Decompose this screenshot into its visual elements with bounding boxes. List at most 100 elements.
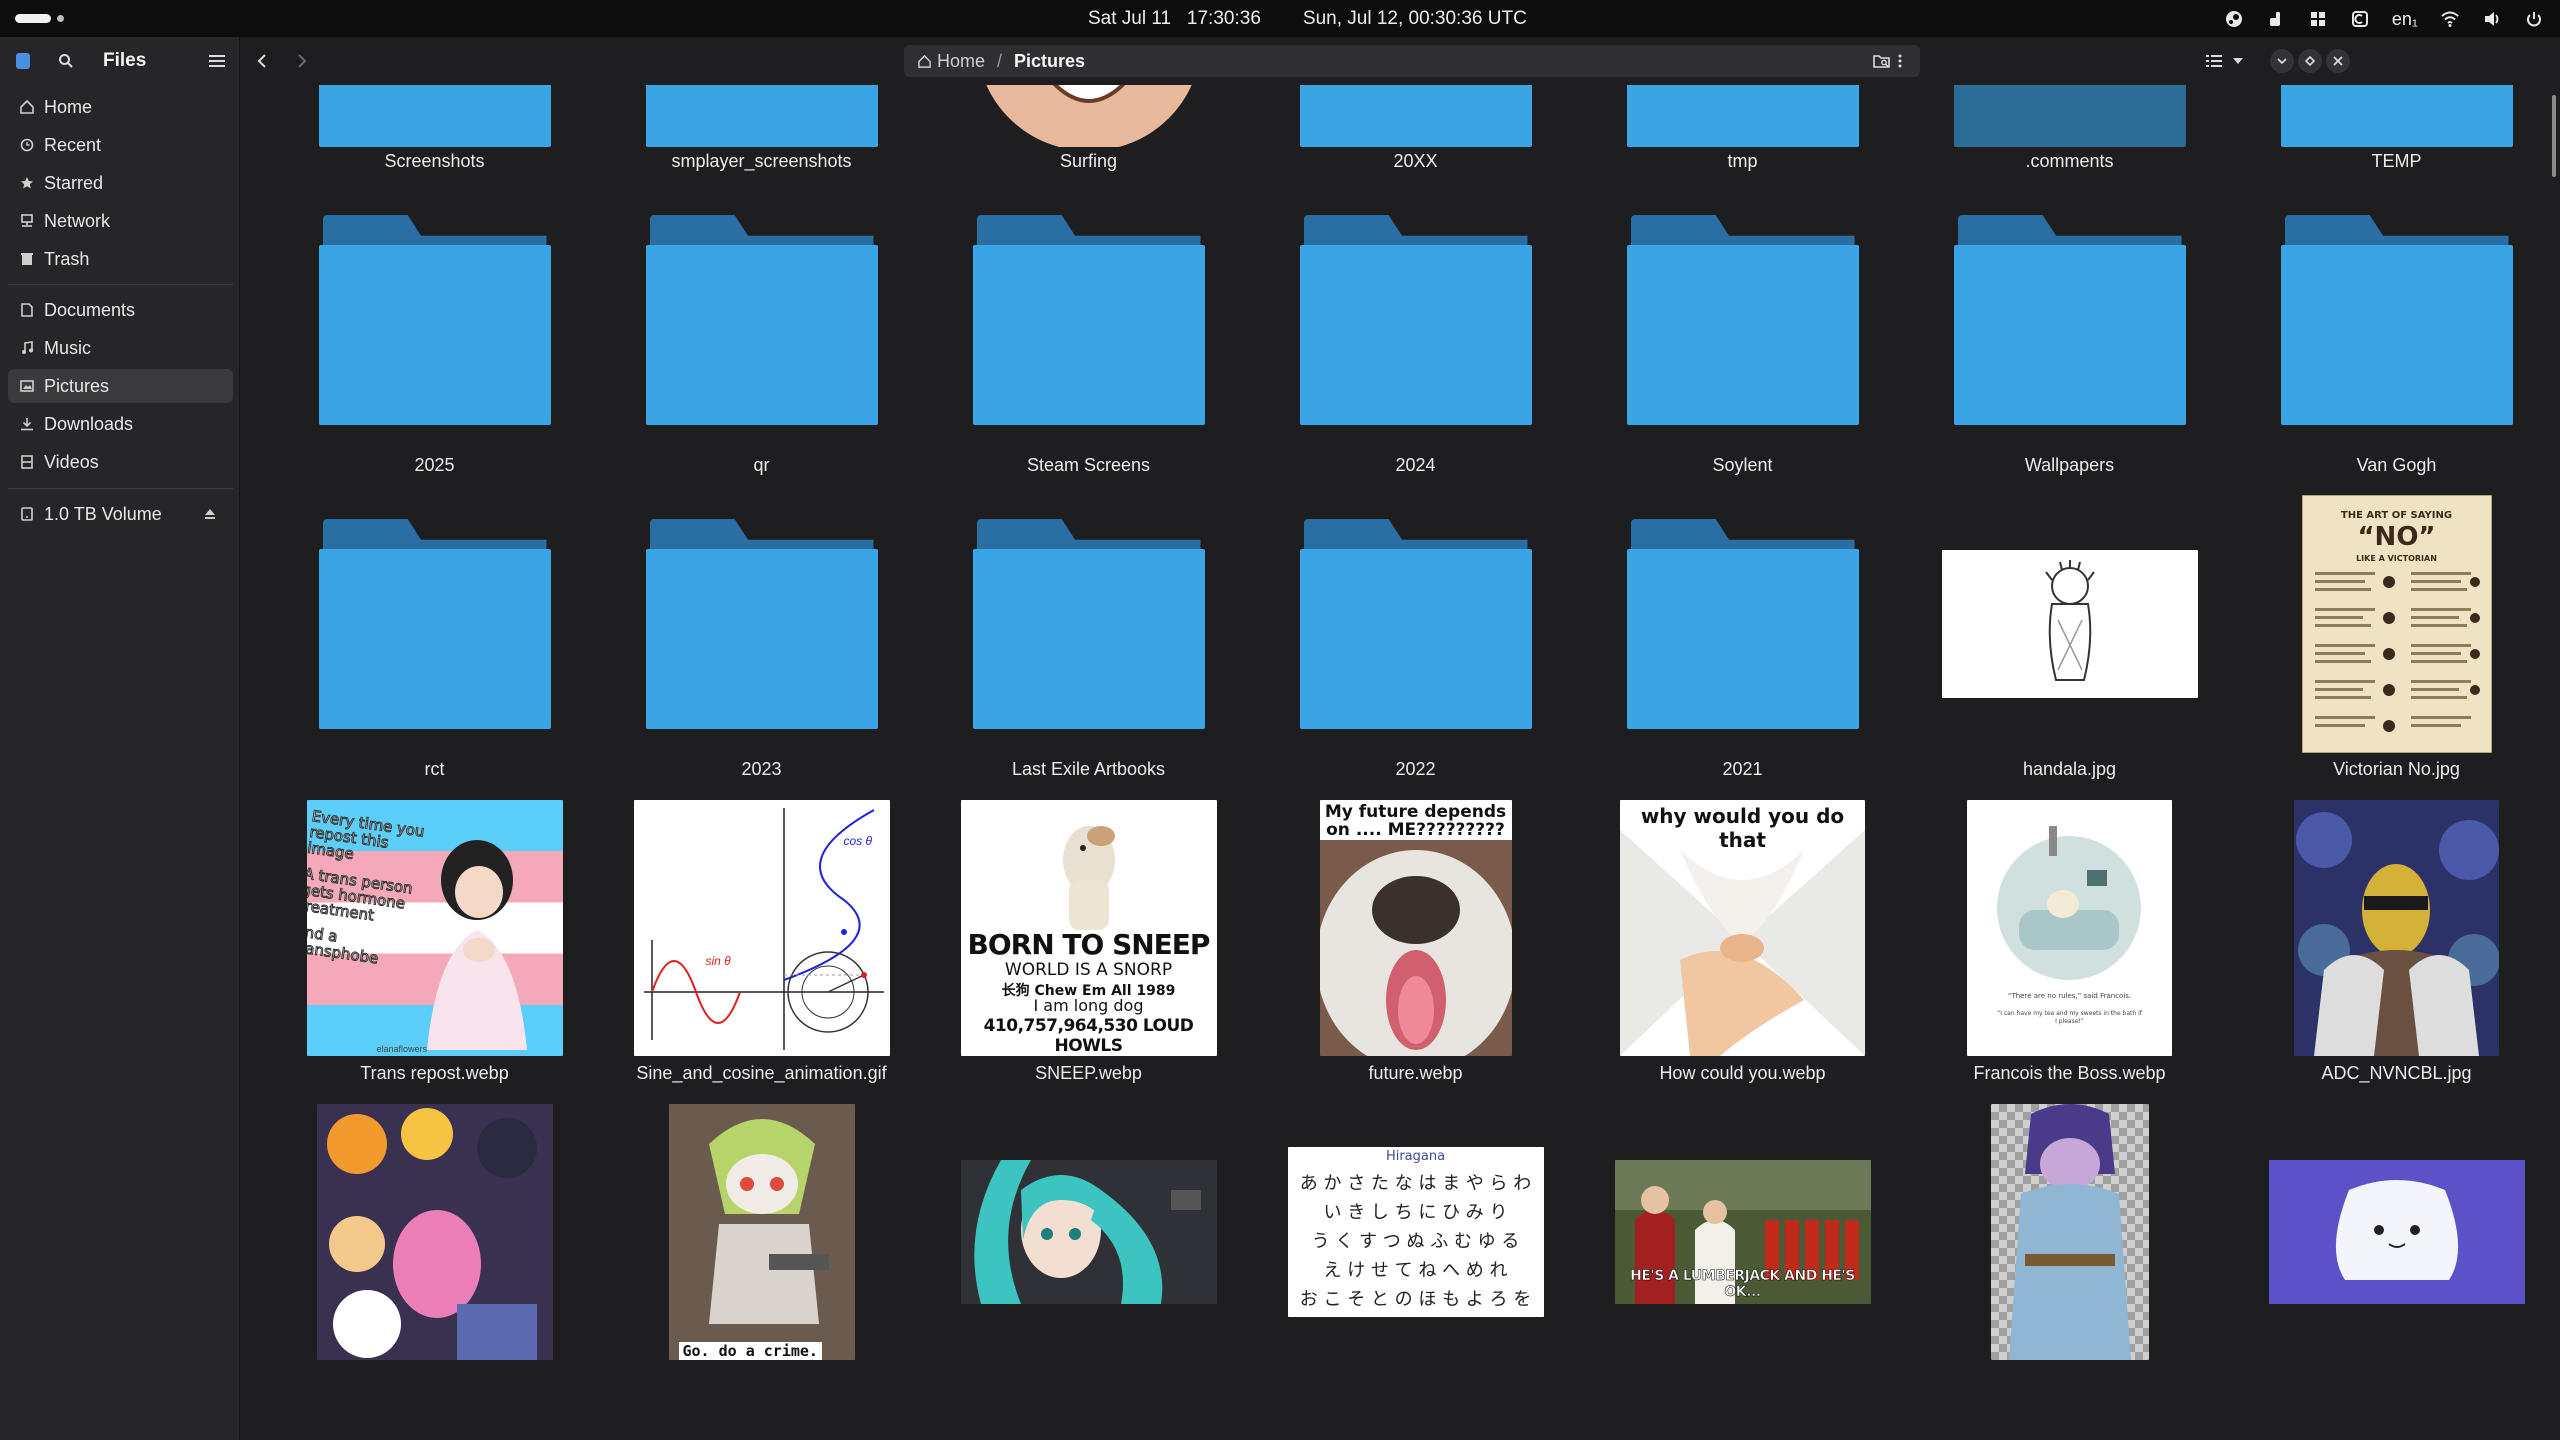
- sidebar-item-videos[interactable]: Videos: [8, 445, 233, 479]
- file-item[interactable]: sin θ cos θ Sine_and_cosine_animation.gi…: [598, 797, 925, 1101]
- file-item[interactable]: Wallpapers: [1906, 189, 2233, 493]
- sidebar-item-label: Trash: [44, 248, 90, 269]
- file-item[interactable]: tmp: [1579, 85, 1906, 189]
- sidebar-item-pictures[interactable]: Pictures: [8, 369, 233, 403]
- sidebar-item-recent[interactable]: Recent: [8, 128, 233, 162]
- file-item[interactable]: THE ART OF SAYING “NO” LIKE A VICTORIAN: [2233, 493, 2540, 797]
- power-icon[interactable]: [2524, 9, 2544, 29]
- eject-icon[interactable]: [203, 505, 217, 526]
- breadcrumb-home[interactable]: Home: [918, 51, 985, 72]
- sidebar-item-home[interactable]: Home: [8, 90, 233, 124]
- active-workspace-pill[interactable]: [15, 14, 51, 23]
- file-item[interactable]: Van Gogh: [2233, 189, 2540, 493]
- clipboard-icon[interactable]: [2350, 9, 2370, 29]
- thumb-text: “There are no rules,” said Francois.: [2007, 992, 2132, 1000]
- thumb-text: I am long dog: [1033, 996, 1144, 1015]
- volume-icon[interactable]: [2482, 9, 2502, 29]
- file-item[interactable]: qr: [598, 189, 925, 493]
- vertical-scrollbar[interactable]: [2552, 95, 2556, 177]
- sidebar-item-label: 1.0 TB Volume: [44, 503, 162, 524]
- back-button[interactable]: [250, 49, 274, 73]
- clock-utc[interactable]: Sun, Jul 12, 00:30:36 UTC: [1303, 8, 1527, 30]
- workspace-indicator[interactable]: [15, 14, 64, 23]
- thumb-text: “I can have my tea and my sweets in the …: [1997, 1010, 2142, 1025]
- image-thumbnail: HE'S A LUMBERJACK AND HE'S OK...: [1579, 1101, 1906, 1363]
- thumb-text: elanaflowers: [376, 1044, 428, 1054]
- file-name: TEMP: [2371, 151, 2422, 171]
- file-item[interactable]: [1906, 1101, 2233, 1405]
- search-button[interactable]: [54, 49, 78, 73]
- keyboard-layout[interactable]: en₁: [2392, 9, 2418, 30]
- file-item[interactable]: Every time you repost this image A trans…: [271, 797, 598, 1101]
- thumb-text: え け せ て ね へ め れ: [1323, 1260, 1508, 1281]
- file-item[interactable]: “There are no rules,” said Francois. “I …: [1906, 797, 2233, 1101]
- steam-icon[interactable]: [2224, 9, 2244, 29]
- main-menu-button[interactable]: [205, 49, 229, 73]
- file-item[interactable]: 2024: [1252, 189, 1579, 493]
- document-icon: [20, 302, 34, 318]
- file-item[interactable]: Surfing: [925, 85, 1252, 189]
- thumb-text: LIKE A VICTORIAN: [2356, 554, 2437, 563]
- file-item[interactable]: [925, 1101, 1252, 1405]
- maximize-button[interactable]: [2298, 49, 2322, 73]
- search-location-button[interactable]: [1870, 49, 1894, 73]
- breadcrumb-separator: /: [997, 50, 1003, 71]
- sidebar-item-network[interactable]: Network: [8, 204, 233, 238]
- file-item[interactable]: rct: [271, 493, 598, 797]
- wifi-icon[interactable]: [2440, 9, 2460, 29]
- file-item[interactable]: Go. do a crime.: [598, 1101, 925, 1405]
- paint-icon[interactable]: [2266, 9, 2286, 29]
- sidebar-item-trash[interactable]: Trash: [8, 242, 233, 276]
- file-item[interactable]: TEMP: [2233, 85, 2540, 189]
- grid-app-icon[interactable]: [2308, 9, 2328, 29]
- sidebar-item-label: Pictures: [44, 375, 110, 396]
- forward-button[interactable]: [290, 49, 314, 73]
- file-item[interactable]: Screenshots: [271, 85, 598, 189]
- thumb-text: on .... ME?????????: [1326, 820, 1505, 840]
- clock[interactable]: Sat Jul 11 17:30:36 Sun, Jul 12, 00:30:3…: [1088, 8, 1527, 30]
- close-button[interactable]: [2326, 49, 2350, 73]
- view-options-button[interactable]: [2226, 49, 2250, 73]
- file-item[interactable]: BORN TO SNEEP WORLD IS A SNORP 长狗 Chew E…: [925, 797, 1252, 1101]
- sidebar-item-label: Network: [44, 210, 111, 231]
- file-item[interactable]: [271, 1101, 598, 1405]
- file-name: Trans repost.webp: [360, 1063, 509, 1083]
- file-item[interactable]: 2025: [271, 189, 598, 493]
- sidebar-item-documents[interactable]: Documents: [8, 293, 233, 327]
- file-item[interactable]: 2022: [1252, 493, 1579, 797]
- file-item[interactable]: 2023: [598, 493, 925, 797]
- path-bar[interactable]: Home / Pictures: [904, 45, 1920, 77]
- sidebar-item-volume[interactable]: 1.0 TB Volume: [8, 497, 233, 531]
- file-item[interactable]: why would you do that How could you.webp: [1579, 797, 1906, 1101]
- minimize-button[interactable]: [2270, 49, 2294, 73]
- file-item[interactable]: Steam Screens: [925, 189, 1252, 493]
- clock-local[interactable]: Sat Jul 11 17:30:36: [1088, 8, 1261, 30]
- sidebar-item-downloads[interactable]: Downloads: [8, 407, 233, 441]
- sidebar-item-starred[interactable]: Starred: [8, 166, 233, 200]
- file-item[interactable]: My future depends on .... ME????????? fu…: [1252, 797, 1579, 1101]
- thumb-text: “NO”: [2357, 522, 2436, 552]
- minimize-icon: [2277, 58, 2287, 64]
- sidebar-item-music[interactable]: Music: [8, 331, 233, 365]
- sidebar-item-label: Recent: [44, 134, 102, 155]
- file-name: Francois the Boss.webp: [1973, 1063, 2166, 1083]
- workspace-dot[interactable]: [57, 15, 64, 22]
- file-item[interactable]: HE'S A LUMBERJACK AND HE'S OK...: [1579, 1101, 1906, 1405]
- file-name: SNEEP.webp: [1035, 1063, 1142, 1083]
- file-item[interactable]: Soylent: [1579, 189, 1906, 493]
- file-item[interactable]: Hiragana あ か さ た な は ま や ら わ い き し ち に ひ…: [1252, 1101, 1579, 1405]
- file-item[interactable]: [2233, 1101, 2540, 1405]
- thumb-text: お こ そ と の ほ も よ ろ を: [1299, 1289, 1532, 1310]
- file-item[interactable]: handala.jpg: [1906, 493, 2233, 797]
- thumb-text: My future depends: [1324, 802, 1507, 822]
- file-item[interactable]: .comments: [1906, 85, 2233, 189]
- file-item[interactable]: smplayer_screenshots: [598, 85, 925, 189]
- file-item[interactable]: Last Exile Artbooks: [925, 493, 1252, 797]
- breadcrumb-current[interactable]: Pictures: [1014, 51, 1085, 72]
- file-name: 2022: [1395, 759, 1436, 779]
- thumb-text: 410,757,964,530 LOUD HOWLS: [983, 1016, 1194, 1056]
- file-item[interactable]: 2021: [1579, 493, 1906, 797]
- file-item[interactable]: ADC_NVNCBL.jpg: [2233, 797, 2540, 1101]
- view-list-button[interactable]: [2202, 49, 2226, 73]
- file-item[interactable]: 20XX: [1252, 85, 1579, 189]
